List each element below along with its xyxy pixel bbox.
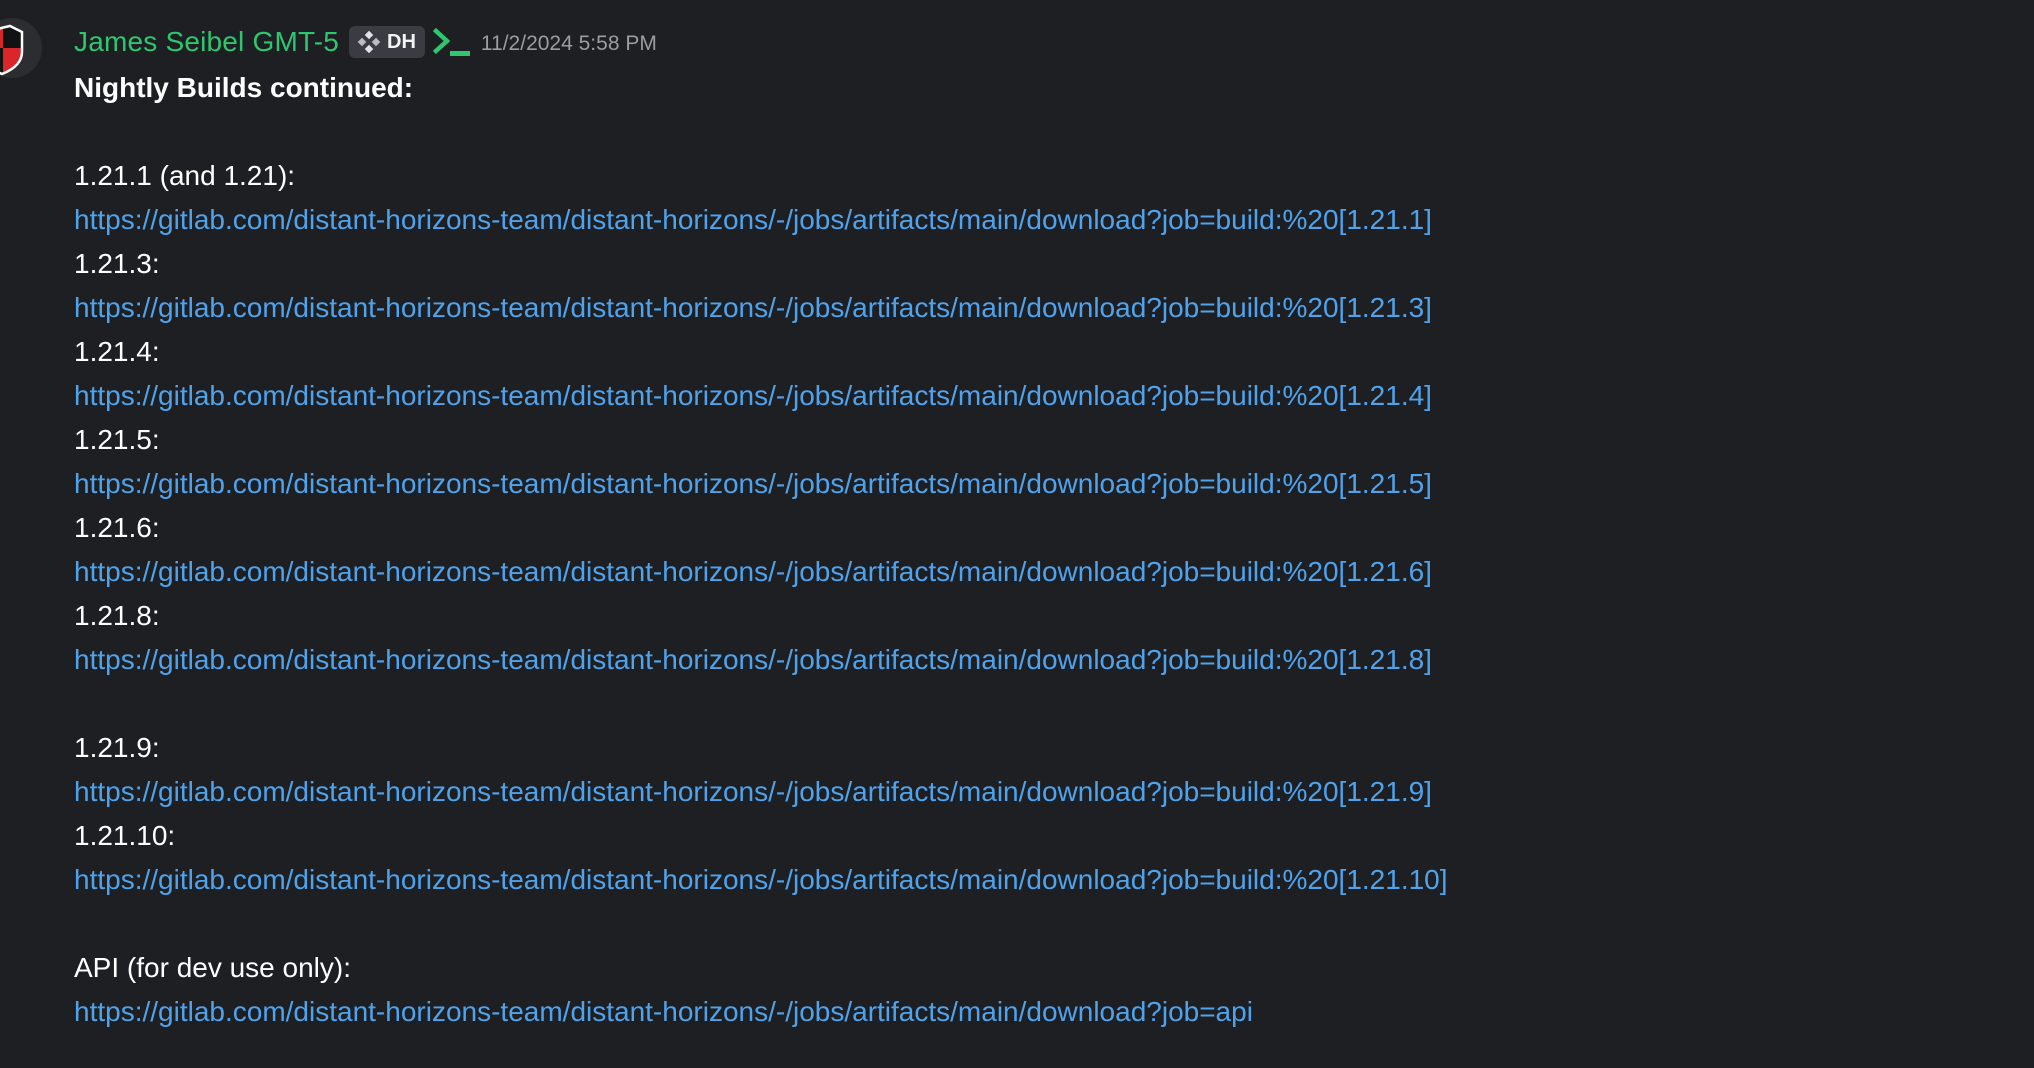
diamond-cross-icon bbox=[357, 30, 381, 54]
server-tag[interactable]: DH bbox=[349, 26, 425, 58]
build-label: 1.21.8: bbox=[74, 600, 160, 631]
build-label: 1.21.1 (and 1.21): bbox=[74, 160, 296, 191]
server-tag-label: DH bbox=[387, 30, 416, 53]
build-label: 1.21.9: bbox=[74, 732, 160, 763]
terminal-prompt-icon[interactable] bbox=[432, 26, 473, 58]
build-label: 1.21.6: bbox=[74, 512, 160, 543]
build-link[interactable]: https://gitlab.com/distant-horizons-team… bbox=[74, 644, 1432, 675]
build-label: 1.21.4: bbox=[74, 336, 160, 367]
message-header: James Seibel GMT-5 DH 11/2/2024 5:58 PM bbox=[74, 18, 657, 66]
message-heading: Nightly Builds continued: bbox=[74, 72, 414, 103]
build-label: 1.21.3: bbox=[74, 248, 160, 279]
red-black-shield-icon bbox=[0, 18, 42, 78]
author-avatar[interactable] bbox=[0, 18, 42, 78]
api-label: API (for dev use only): bbox=[74, 952, 352, 983]
build-link[interactable]: https://gitlab.com/distant-horizons-team… bbox=[74, 776, 1432, 807]
message-content: Nightly Builds continued: 1.21.1 (and 1.… bbox=[74, 66, 2014, 1034]
message-timestamp[interactable]: 11/2/2024 5:58 PM bbox=[481, 32, 657, 56]
build-label: 1.21.5: bbox=[74, 424, 160, 455]
build-label: 1.21.10: bbox=[74, 820, 176, 851]
build-link[interactable]: https://gitlab.com/distant-horizons-team… bbox=[74, 204, 1432, 235]
build-link[interactable]: https://gitlab.com/distant-horizons-team… bbox=[74, 864, 1448, 895]
author-name[interactable]: James Seibel GMT-5 bbox=[74, 26, 339, 58]
build-link[interactable]: https://gitlab.com/distant-horizons-team… bbox=[74, 380, 1432, 411]
build-link[interactable]: https://gitlab.com/distant-horizons-team… bbox=[74, 468, 1432, 499]
api-link[interactable]: https://gitlab.com/distant-horizons-team… bbox=[74, 996, 1253, 1027]
build-link[interactable]: https://gitlab.com/distant-horizons-team… bbox=[74, 556, 1432, 587]
build-link[interactable]: https://gitlab.com/distant-horizons-team… bbox=[74, 292, 1432, 323]
